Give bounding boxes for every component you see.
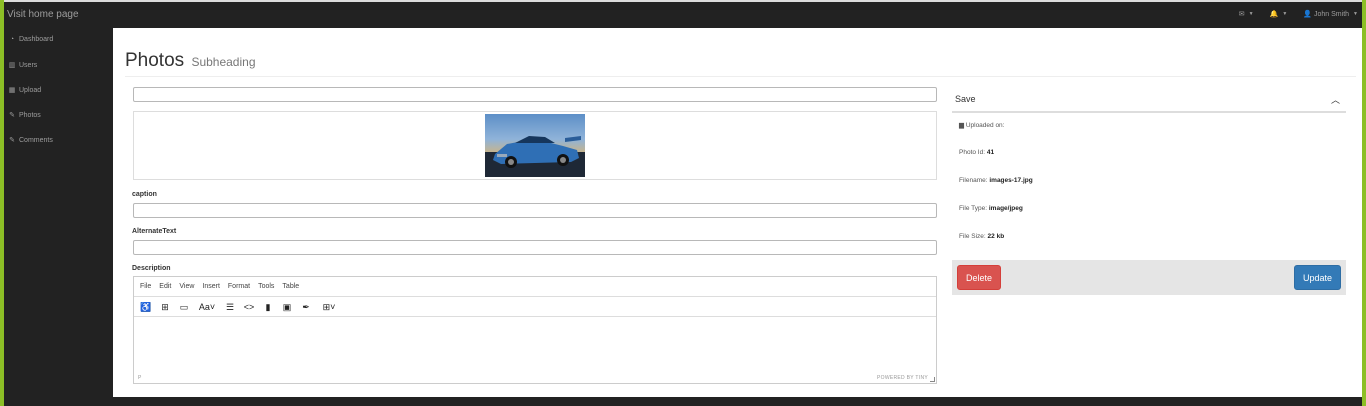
title-divider [125,76,1356,77]
uploaded-on-label: Uploaded on: [965,122,1005,129]
format-painter-icon[interactable]: ▮ [262,301,274,313]
sidebar-item-label: Dashboard [19,36,54,43]
file-size-label: File Size: [959,233,986,240]
photo-id-value: 41 [986,149,995,156]
font-size-icon[interactable]: Aa˅ [197,301,217,313]
edit-icon: ✎ [9,137,15,144]
code-icon[interactable]: <> [243,301,255,313]
resize-handle[interactable] [930,377,935,382]
caret-down-icon: ▼ [1353,11,1358,17]
calendar-icon: ▆ [959,122,964,129]
editor-statusbar: P POWERED BY TINY [134,374,936,383]
filename-info: Filename: images-17.jpg [959,177,1033,184]
save-panel-title: Save [955,94,976,104]
bar-chart-icon: ▥ [8,62,16,69]
powered-by-link[interactable]: POWERED BY TINY [877,375,928,381]
page-title: Photos Subheading [125,50,256,72]
alternate-text-input[interactable] [133,240,937,255]
envelope-icon: ✉ [1238,11,1245,18]
caption-input[interactable] [133,203,937,218]
photo-id-info: Photo Id: 41 [959,149,994,156]
sidebar-item-upload[interactable]: ▦ Upload [8,86,42,95]
file-size-value: 22 kb [987,233,1005,240]
caret-down-icon: ▼ [1248,11,1254,17]
messages-dropdown[interactable]: ✉ ▼ [1239,10,1254,18]
image-icon[interactable]: ▣ [281,301,293,313]
user-dropdown[interactable]: 👤 John Smith ▼ [1303,10,1358,19]
menu-view[interactable]: View [179,283,194,290]
page-title-text: Photos [125,50,185,71]
uploaded-on-info: ▆ Uploaded on: [959,121,1004,129]
add-comment-icon[interactable]: ⊞ [159,301,171,313]
editor-toolbar: ♿ ⊞ ▭ Aa˅ ☰ <> ▮ ▣ ✒ ⊞˅ [134,297,936,317]
element-path: P [138,375,142,381]
dashboard-icon: ◔ [9,36,15,43]
file-type-info: File Type: image/jpeg [959,205,1023,212]
table-icon: ▦ [8,87,16,94]
menu-edit[interactable]: Edit [159,283,171,290]
update-button[interactable]: Update [1294,265,1341,290]
chevron-up-icon[interactable]: ︿ [1331,93,1340,106]
user-icon: 👤 [1303,11,1313,18]
title-input[interactable] [133,87,937,102]
menu-format[interactable]: Format [228,283,250,290]
menu-table[interactable]: Table [282,283,299,290]
rich-text-editor: File Edit View Insert Format Tools Table… [133,276,937,384]
file-type-value: image/jpeg [988,205,1023,212]
caret-down-icon: ▼ [1282,11,1288,17]
page-subheading: Subheading [191,55,256,69]
file-size-info: File Size: 22 kb [959,233,1004,240]
edit-icon: ✎ [9,112,15,119]
save-panel-header[interactable]: Save ︿ [952,84,1346,113]
editor-menubar: File Edit View Insert Format Tools Table [134,277,936,297]
user-name: John Smith [1314,10,1350,18]
photo-id-label: Photo Id: [959,149,986,156]
description-label: Description [132,265,171,272]
navbar-right: ✉ ▼ 🔔 ▼ 👤 John Smith ▼ [1239,10,1358,19]
filename-label: Filename: [959,177,988,184]
alerts-dropdown[interactable]: 🔔 ▼ [1270,10,1288,18]
photo-preview-box [133,111,937,180]
bell-icon: 🔔 [1269,11,1279,18]
comment-icon[interactable]: ▭ [178,301,190,313]
main-content: Photos Subheading caption AlternateText … [113,28,1362,397]
sidebar-item-label: Upload [19,86,42,94]
pen-icon[interactable]: ✒ [300,301,312,313]
menu-tools[interactable]: Tools [258,283,274,290]
caption-label: caption [132,191,157,198]
sidebar-item-users[interactable]: ▥ Users [8,61,38,70]
sidebar-item-label: Users [19,61,38,69]
sidebar-item-label: Comments [19,136,53,144]
table-insert-icon[interactable]: ⊞˅ [319,301,339,313]
brand-link[interactable]: Visit home page [7,9,79,20]
menu-insert[interactable]: Insert [202,283,220,290]
checklist-icon[interactable]: ☰ [224,301,236,313]
menu-file[interactable]: File [140,283,151,290]
action-bar: Delete Update [952,260,1346,295]
photo-thumbnail [485,114,585,177]
alternate-text-label: AlternateText [132,228,177,235]
top-navbar: Visit home page ✉ ▼ 🔔 ▼ 👤 John Smith ▼ [4,2,1362,28]
window-right-border [1362,0,1366,406]
file-type-label: File Type: [959,205,988,212]
sidebar-item-comments[interactable]: ✎ Comments [8,136,53,145]
sidebar-item-photos[interactable]: ✎ Photos [8,111,41,120]
sidebar-item-dashboard[interactable]: ◔ Dashboard [8,36,53,43]
delete-button[interactable]: Delete [957,265,1001,290]
filename-value: images-17.jpg [989,177,1033,184]
sidebar-item-label: Photos [19,111,41,119]
accessibility-icon[interactable]: ♿ [140,301,152,313]
sidebar: ◔ Dashboard ▥ Users ▦ Upload ✎ Photos ✎ … [4,28,113,406]
editor-content-area[interactable] [134,317,936,374]
